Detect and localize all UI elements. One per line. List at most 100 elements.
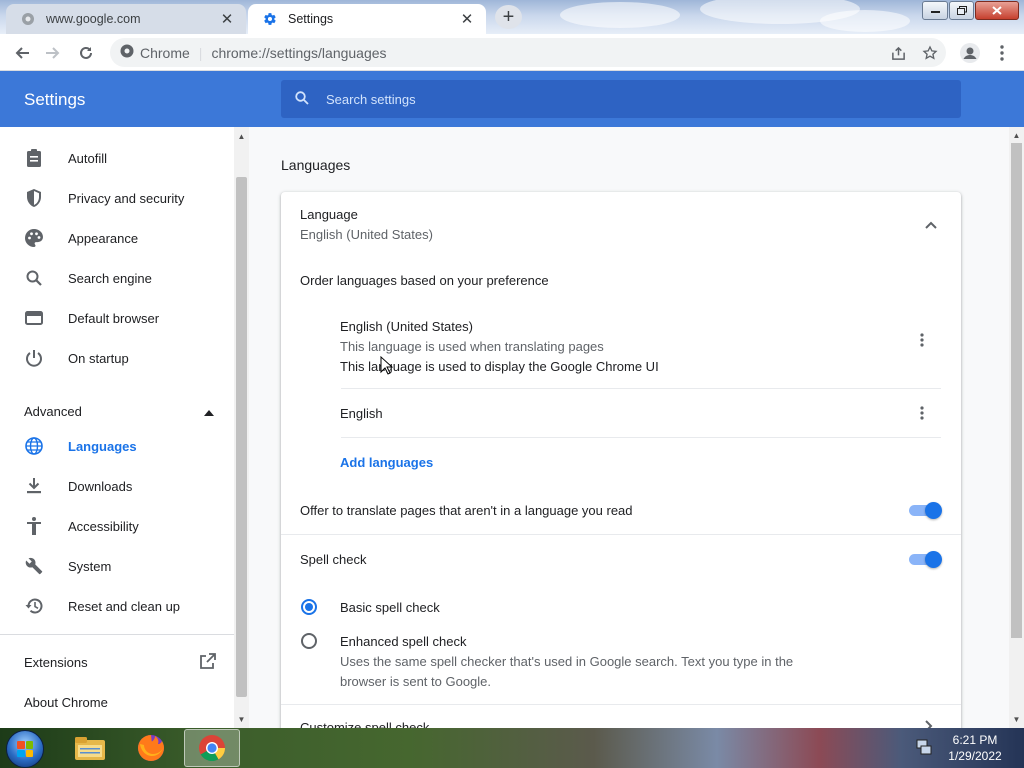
chevron-up-icon[interactable] [921, 215, 941, 235]
window-minimize-button[interactable] [922, 1, 948, 20]
language-note: This language is used when translating p… [340, 339, 604, 354]
tab-google[interactable]: www.google.com ✕ [6, 4, 246, 34]
radio-label: Basic spell check [340, 600, 440, 615]
back-arrow-icon[interactable] [8, 39, 36, 67]
accessibility-icon [24, 516, 44, 536]
scroll-down-arrow-icon[interactable]: ▼ [1009, 712, 1024, 726]
radio-description: browser is sent to Google. [340, 674, 492, 689]
site-chip-label: Chrome [140, 44, 190, 61]
window-restore-button[interactable] [949, 1, 974, 20]
firefox-icon[interactable] [123, 729, 179, 767]
language-value: English (United States) [300, 227, 433, 242]
network-icon[interactable] [916, 739, 932, 755]
sidebar-item-label: Downloads [68, 478, 133, 494]
reload-icon[interactable] [72, 39, 100, 67]
clock-time[interactable]: 6:21 PM [940, 733, 1010, 747]
scroll-down-arrow-icon[interactable]: ▼ [234, 712, 249, 726]
chrome-page-icon [120, 44, 134, 61]
page-title: Settings [24, 90, 86, 109]
more-menu-icon[interactable] [988, 39, 1016, 67]
sidebar-item-privacy[interactable]: Privacy and security [0, 178, 234, 218]
advanced-label: Advanced [24, 403, 82, 419]
shield-icon [24, 188, 44, 208]
clipboard-icon [24, 148, 44, 168]
close-tab-icon[interactable]: ✕ [458, 10, 476, 28]
sidebar-item-label: Autofill [68, 150, 108, 166]
more-actions-icon[interactable] [912, 330, 932, 350]
basic-spell-check-radio[interactable] [301, 599, 317, 615]
windows-logo-icon [17, 741, 33, 757]
sidebar-item-label: Accessibility [68, 518, 139, 534]
windows-start-button[interactable] [6, 730, 44, 768]
offer-translate-label: Offer to translate pages that aren't in … [300, 503, 633, 518]
sidebar-item-extensions[interactable]: Extensions [24, 647, 216, 677]
address-bar[interactable]: Chrome | chrome://settings/languages [110, 38, 946, 67]
tab-settings[interactable]: Settings ✕ [248, 4, 486, 34]
spell-check-label: Spell check [300, 552, 367, 567]
toggle-knob [925, 551, 942, 568]
spell-check-toggle[interactable] [909, 551, 942, 568]
url-text[interactable]: chrome://settings/languages [211, 45, 386, 61]
search-input[interactable] [326, 91, 886, 107]
windows-explorer-icon[interactable] [62, 729, 118, 767]
forward-arrow-icon[interactable] [39, 39, 67, 67]
window-close-button[interactable] [975, 1, 1019, 20]
sidebar-item-about[interactable]: About Chrome [24, 687, 216, 717]
language-name: English (United States) [340, 319, 473, 334]
sidebar-item-appearance[interactable]: Appearance [0, 218, 234, 258]
sidebar-item-default-browser[interactable]: Default browser [0, 298, 234, 338]
sidebar-item-label: System [68, 558, 112, 574]
add-languages-button[interactable]: Add languages [340, 455, 433, 470]
sidebar-item-downloads[interactable]: Downloads [0, 466, 234, 506]
download-icon [24, 476, 44, 496]
main-scrollbar[interactable]: ▲ ▼ [1009, 127, 1024, 728]
search-icon [24, 268, 44, 288]
clock-date[interactable]: 1/29/2022 [940, 749, 1010, 763]
chevron-right-icon[interactable] [925, 720, 933, 728]
sidebar-item-system[interactable]: System [0, 546, 234, 586]
scroll-up-arrow-icon[interactable]: ▲ [234, 129, 249, 143]
section-title: Languages [281, 157, 351, 173]
scrollbar-thumb[interactable] [1011, 143, 1022, 638]
bookmark-star-icon[interactable] [916, 39, 944, 67]
history-icon [24, 596, 44, 616]
toggle-knob [925, 502, 942, 519]
mouse-cursor-icon [380, 355, 394, 378]
search-icon [295, 90, 311, 108]
sidebar-item-search-engine[interactable]: Search engine [0, 258, 234, 298]
order-languages-text: Order languages based on your preference [300, 273, 549, 288]
profile-avatar-icon[interactable] [956, 39, 984, 67]
enhanced-spell-check-radio[interactable] [301, 633, 317, 649]
customize-spell-check-link[interactable]: Customize spell check [300, 720, 429, 728]
language-divider [341, 437, 941, 438]
more-actions-icon[interactable] [912, 403, 932, 423]
tab-title: Settings [288, 12, 334, 26]
tab-strip: www.google.com ✕ Settings ✕ + [0, 0, 1024, 34]
sidebar-advanced-toggle[interactable]: Advanced [24, 398, 214, 424]
tab-title: www.google.com [46, 12, 141, 26]
browser-toolbar: Chrome | chrome://settings/languages [0, 34, 1024, 71]
sidebar-item-reset[interactable]: Reset and clean up [0, 586, 234, 626]
globe-icon [24, 436, 44, 456]
sidebar-item-on-startup[interactable]: On startup [0, 338, 234, 378]
offer-translate-toggle[interactable] [909, 502, 942, 519]
gear-icon [262, 11, 278, 27]
share-icon[interactable] [884, 39, 912, 67]
sidebar-scrollbar[interactable]: ▲ ▼ [234, 127, 249, 728]
chrome-icon[interactable] [184, 729, 240, 767]
sidebar-item-autofill[interactable]: Autofill [0, 138, 234, 178]
language-name: English [340, 406, 383, 421]
sidebar-item-label: Extensions [24, 654, 88, 670]
sidebar-divider [0, 634, 234, 635]
sidebar-item-languages[interactable]: Languages [0, 426, 234, 466]
new-tab-button[interactable]: + [495, 5, 522, 29]
settings-header: Settings [0, 71, 1024, 127]
scroll-up-arrow-icon[interactable]: ▲ [1009, 128, 1024, 142]
settings-main: Languages Language English (United State… [249, 127, 1009, 728]
sidebar-item-accessibility[interactable]: Accessibility [0, 506, 234, 546]
background-cloud [560, 2, 680, 28]
settings-search[interactable] [281, 80, 961, 118]
close-tab-icon[interactable]: ✕ [218, 10, 236, 28]
scrollbar-thumb[interactable] [236, 177, 247, 697]
settings-sidebar: Autofill Privacy and security Appearance… [0, 127, 234, 728]
